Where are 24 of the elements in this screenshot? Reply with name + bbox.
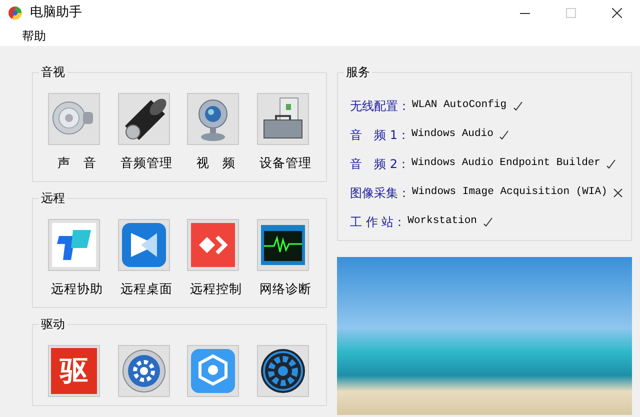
service-name: Windows Audio	[411, 126, 494, 142]
tool-label: 设备管理	[258, 154, 312, 172]
service-label: 图像采集：	[350, 184, 410, 202]
service-name: WLAN AutoConfig	[412, 98, 507, 113]
tool-label: 声 音	[56, 154, 98, 172]
service-label: 音 频 1：	[350, 126, 410, 144]
window-title: 电脑助手	[30, 4, 82, 22]
group-title: 音视	[39, 64, 67, 80]
tool-label: 网络诊断	[258, 280, 312, 298]
group-title: 服务	[344, 64, 372, 80]
tool-label: 远程桌面	[120, 280, 174, 298]
group-title: 驱动	[39, 316, 67, 332]
tool-label: 视 频	[196, 154, 236, 172]
service-name: Workstation	[408, 214, 477, 229]
service-label: 工 作 站：	[350, 214, 406, 230]
tool-label: 远程协助	[50, 280, 104, 298]
service-name: Windows Audio Endpoint Builder	[411, 156, 600, 171]
group-title: 远程	[39, 190, 67, 206]
menu-item[interactable]: 帮助	[22, 26, 46, 46]
service-label: 无线配置：	[350, 98, 410, 114]
tool-label: 远程控制	[189, 280, 243, 298]
service-name: Windows Image Acquisition (WIA)	[412, 184, 608, 200]
tool-label: 音频管理	[120, 154, 174, 172]
service-label: 音 频 2：	[350, 156, 410, 172]
